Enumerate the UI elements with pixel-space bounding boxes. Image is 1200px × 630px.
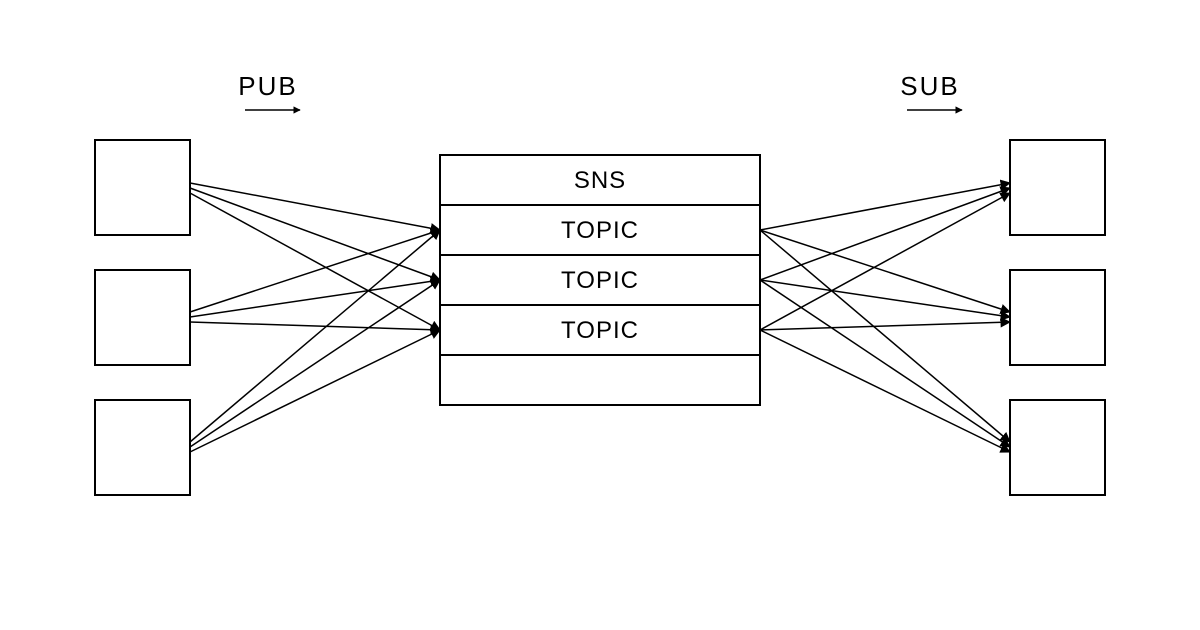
sub-arrow xyxy=(760,230,1010,312)
publisher-group xyxy=(95,140,190,495)
sub-arrow xyxy=(760,322,1010,330)
sub-arrow xyxy=(760,188,1010,280)
flow-right-label: SUB xyxy=(900,71,959,101)
sub-arrow xyxy=(760,280,1010,447)
publisher-box xyxy=(95,140,190,235)
publisher-box xyxy=(95,270,190,365)
subscriber-box xyxy=(1010,140,1105,235)
pub-arrow xyxy=(190,330,440,452)
sub-arrow xyxy=(760,330,1010,452)
pub-arrow xyxy=(190,322,440,330)
sub-arrow xyxy=(760,280,1010,317)
pub-arrow xyxy=(190,280,440,447)
sns-header-label: SNS xyxy=(574,167,626,194)
topic-label: TOPIC xyxy=(561,217,639,244)
pub-arrow xyxy=(190,188,440,280)
pubsub-diagram: PUB SUB SNS TOPIC TOPIC TOPIC xyxy=(0,0,1200,630)
topic-label: TOPIC xyxy=(561,267,639,294)
sns-block: SNS TOPIC TOPIC TOPIC xyxy=(440,155,760,405)
flow-left-label: PUB xyxy=(238,71,297,101)
publisher-box xyxy=(95,400,190,495)
sub-arrows xyxy=(760,183,1010,452)
flow-right: SUB xyxy=(900,71,962,110)
pub-arrow xyxy=(190,280,440,317)
pub-arrow xyxy=(190,230,440,312)
subscriber-box xyxy=(1010,400,1105,495)
sub-arrow xyxy=(760,183,1010,230)
flow-left: PUB xyxy=(238,71,300,110)
topic-label: TOPIC xyxy=(561,317,639,344)
subscriber-group xyxy=(1010,140,1105,495)
pub-arrows xyxy=(190,183,440,452)
subscriber-box xyxy=(1010,270,1105,365)
pub-arrow xyxy=(190,183,440,230)
